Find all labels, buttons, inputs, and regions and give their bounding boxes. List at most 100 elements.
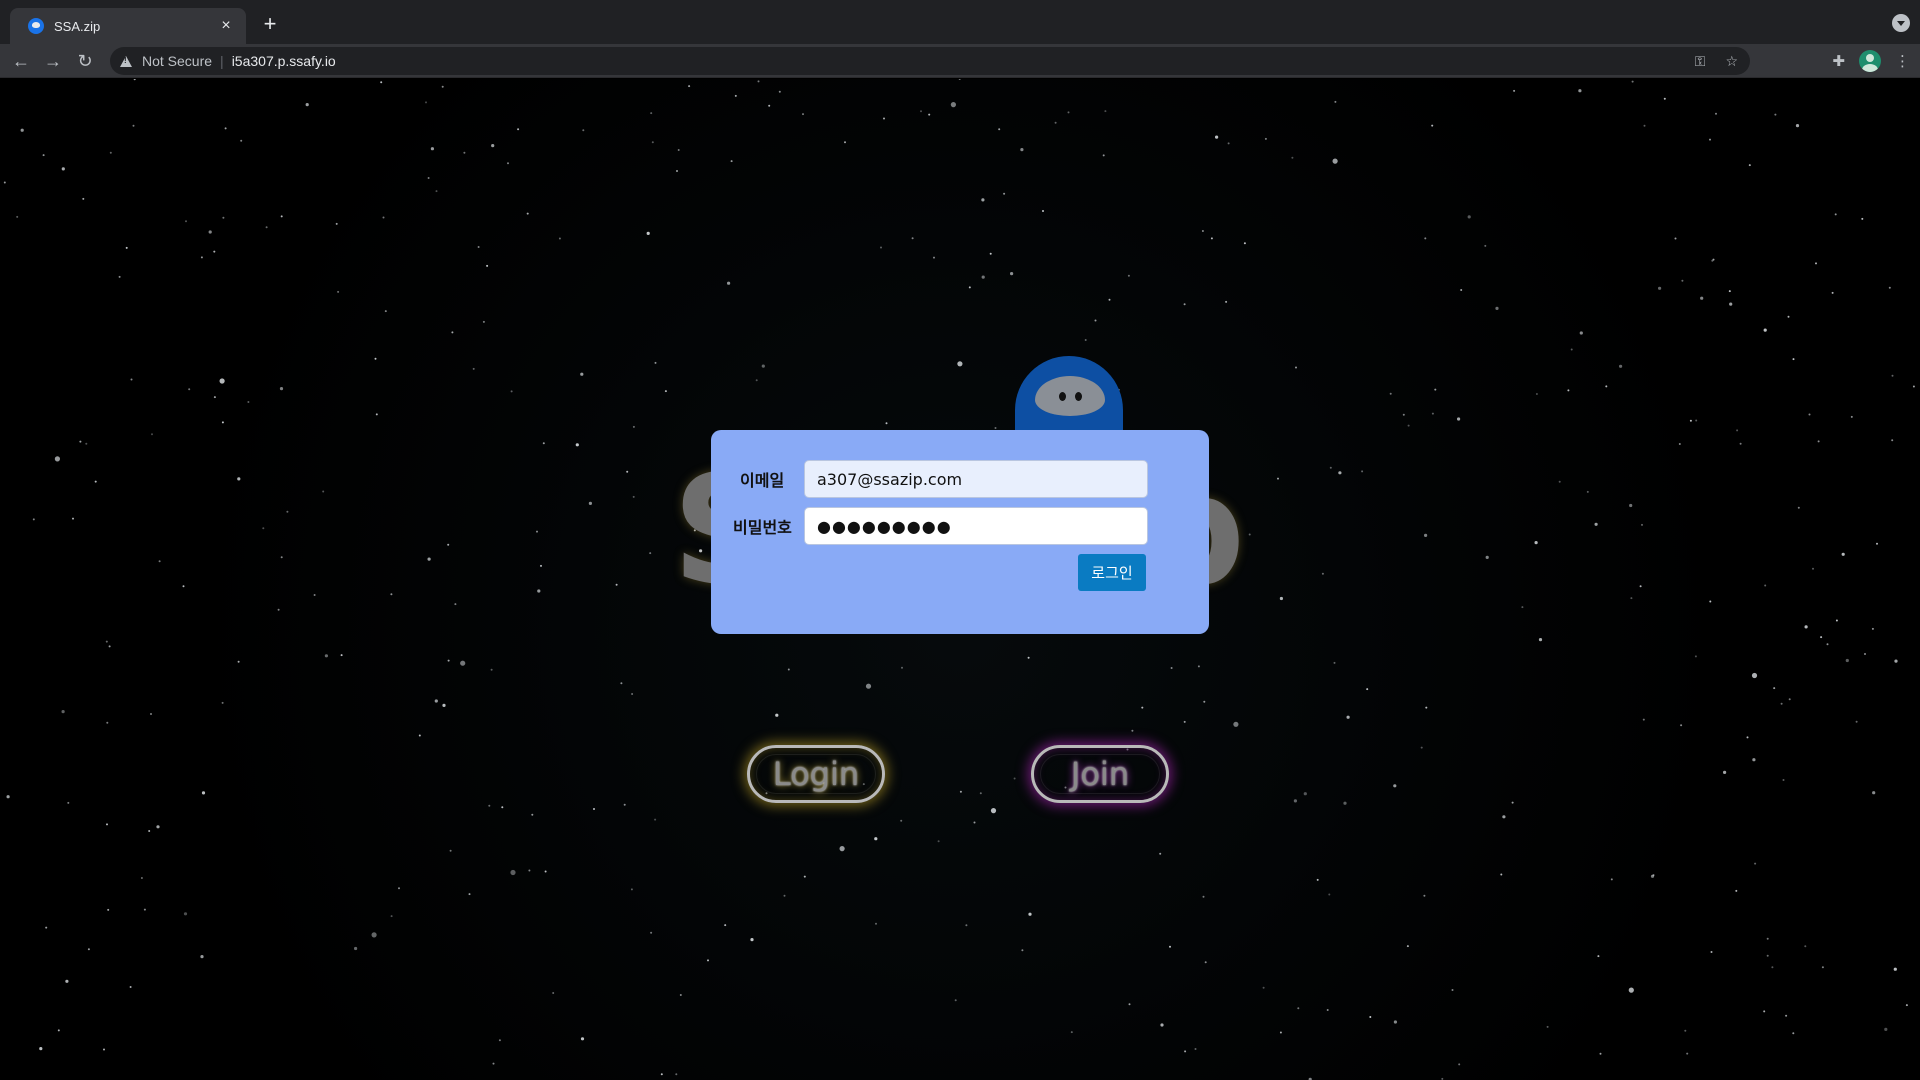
star bbox=[1631, 80, 1634, 83]
star bbox=[200, 256, 203, 259]
star bbox=[1424, 533, 1428, 537]
star bbox=[94, 480, 97, 483]
browser-toolbar: ← → ↻ Not Secure | i5a307.p.ssafy.io ⚿ ☆… bbox=[0, 44, 1920, 78]
star bbox=[1389, 392, 1392, 395]
star bbox=[108, 645, 111, 648]
star bbox=[1812, 567, 1814, 570]
star bbox=[1751, 672, 1758, 679]
star bbox=[1393, 1020, 1397, 1024]
star bbox=[79, 440, 82, 443]
new-tab-button[interactable]: + bbox=[258, 12, 282, 36]
star bbox=[324, 654, 328, 658]
star bbox=[472, 367, 475, 370]
star bbox=[990, 808, 997, 814]
star bbox=[901, 666, 903, 669]
star bbox=[1815, 262, 1817, 265]
star bbox=[1021, 949, 1024, 952]
star bbox=[1681, 279, 1684, 282]
star bbox=[1326, 1009, 1329, 1011]
star bbox=[677, 149, 680, 151]
browser-tab[interactable]: SSA.zip × bbox=[10, 8, 246, 44]
star bbox=[734, 94, 737, 97]
star bbox=[133, 79, 136, 81]
star bbox=[1766, 937, 1769, 940]
star bbox=[182, 585, 185, 588]
star bbox=[1694, 655, 1697, 658]
url-text[interactable]: i5a307.p.ssafy.io bbox=[232, 53, 336, 69]
star bbox=[1457, 417, 1461, 421]
star bbox=[937, 840, 940, 843]
star bbox=[490, 668, 493, 671]
address-bar[interactable]: Not Secure | i5a307.p.ssafy.io ⚿ ☆ bbox=[110, 47, 1750, 75]
star bbox=[380, 81, 383, 84]
star bbox=[958, 79, 961, 80]
star bbox=[1502, 815, 1506, 819]
star bbox=[1893, 967, 1897, 971]
tab-close-icon[interactable]: × bbox=[216, 16, 236, 36]
star bbox=[517, 128, 520, 131]
star bbox=[632, 425, 635, 428]
star bbox=[650, 931, 653, 934]
star bbox=[1425, 706, 1428, 709]
key-icon[interactable]: ⚿ bbox=[1695, 53, 1706, 70]
star bbox=[1535, 393, 1538, 395]
star bbox=[1458, 1063, 1461, 1066]
star bbox=[277, 608, 280, 611]
extensions-puzzle-icon[interactable]: ✚ bbox=[1832, 52, 1845, 70]
star bbox=[1431, 412, 1434, 415]
star bbox=[1774, 113, 1777, 116]
browser-menu-icon[interactable]: ⋮ bbox=[1895, 52, 1910, 70]
star bbox=[676, 170, 678, 172]
bookmark-star-icon[interactable]: ☆ bbox=[1725, 53, 1738, 70]
star bbox=[1905, 1004, 1908, 1007]
star bbox=[477, 246, 480, 248]
star bbox=[1797, 506, 1800, 509]
star bbox=[1316, 878, 1319, 881]
star bbox=[148, 830, 151, 832]
star bbox=[129, 986, 132, 988]
address-separator: | bbox=[220, 53, 224, 69]
star bbox=[335, 222, 338, 225]
star bbox=[1451, 989, 1454, 991]
email-field[interactable] bbox=[804, 460, 1148, 498]
star bbox=[158, 560, 161, 563]
star bbox=[39, 1047, 43, 1051]
star bbox=[1020, 148, 1024, 152]
star bbox=[1141, 706, 1144, 709]
star bbox=[1597, 955, 1600, 958]
star bbox=[1184, 1050, 1187, 1053]
forward-arrow-icon[interactable]: → bbox=[40, 48, 66, 74]
star bbox=[221, 701, 224, 704]
star bbox=[1630, 597, 1633, 600]
star bbox=[468, 893, 471, 896]
star bbox=[188, 388, 191, 391]
star bbox=[1709, 600, 1712, 603]
login-submit-button[interactable]: 로그인 bbox=[1078, 554, 1146, 591]
star bbox=[1243, 242, 1246, 245]
star bbox=[305, 103, 309, 107]
star bbox=[1788, 698, 1791, 701]
star bbox=[65, 979, 69, 983]
tab-search-icon[interactable] bbox=[1892, 14, 1910, 32]
back-arrow-icon[interactable]: ← bbox=[8, 48, 34, 74]
star bbox=[1629, 503, 1633, 508]
profile-avatar[interactable] bbox=[1859, 50, 1881, 72]
star bbox=[1709, 138, 1711, 141]
star bbox=[1407, 424, 1410, 427]
star bbox=[1279, 1031, 1282, 1034]
security-label[interactable]: Not Secure bbox=[142, 53, 212, 69]
password-field[interactable] bbox=[804, 507, 1148, 545]
star bbox=[757, 80, 760, 83]
login-button[interactable]: Login bbox=[747, 745, 885, 803]
join-button[interactable]: Join bbox=[1031, 745, 1169, 803]
star bbox=[222, 216, 225, 219]
star bbox=[1424, 237, 1427, 240]
star bbox=[911, 237, 914, 240]
star bbox=[1792, 1032, 1795, 1035]
star bbox=[20, 128, 24, 132]
reload-icon[interactable]: ↻ bbox=[72, 48, 98, 74]
page-viewport: S p 이메일 비밀번호 로그인 Login Join bbox=[0, 79, 1920, 1080]
star bbox=[313, 594, 316, 596]
star bbox=[1159, 852, 1162, 855]
star bbox=[72, 517, 74, 520]
